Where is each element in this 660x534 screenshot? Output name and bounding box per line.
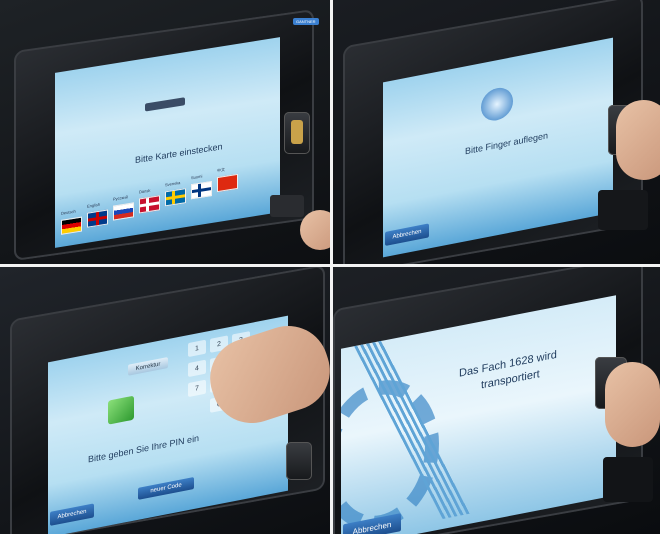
language-label: Deutsch xyxy=(61,208,76,216)
flag-se[interactable] xyxy=(165,188,186,207)
kiosk-collage: Bitte Karte einstecken Deutsch English Р… xyxy=(0,0,660,534)
card-reader-module xyxy=(603,457,653,502)
hand-on-reader xyxy=(605,362,660,447)
flag-dk[interactable] xyxy=(139,195,160,214)
hand-on-reader xyxy=(616,100,660,180)
new-code-button[interactable]: neuer Code xyxy=(138,476,194,500)
panel-pin-entry: Korrektur Bitte geben Sie Ihre PIN ein 1… xyxy=(0,267,330,534)
card-reader-module xyxy=(598,190,648,230)
fingerprint-reader[interactable] xyxy=(284,112,310,154)
flag-ru[interactable] xyxy=(113,202,134,221)
language-label: Svenska xyxy=(165,179,181,188)
language-label: Русский xyxy=(113,194,128,202)
language-label: Suomi xyxy=(191,173,203,181)
collage-divider-vertical xyxy=(330,0,333,534)
flag-gb[interactable] xyxy=(87,209,108,228)
language-label: Dansk xyxy=(139,187,151,195)
card-reader-slot[interactable] xyxy=(270,195,304,217)
language-label: English xyxy=(87,201,101,209)
keypad-key[interactable]: 4 xyxy=(188,359,206,378)
flag-de[interactable] xyxy=(61,216,82,235)
prompt-text: Bitte Karte einstecken xyxy=(135,141,223,166)
touch-screen[interactable]: Bitte Karte einstecken Deutsch English Р… xyxy=(55,37,280,248)
prompt-text: Bitte Finger auflegen xyxy=(465,130,549,157)
card-slot-icon xyxy=(145,97,185,112)
brand-logo: GANTNER xyxy=(293,18,319,25)
key-icon xyxy=(108,395,134,425)
keypad-key[interactable]: 7 xyxy=(188,379,206,398)
keypad-key[interactable]: 1 xyxy=(188,339,206,358)
fingerprint-globe-icon xyxy=(481,85,513,124)
panel-insert-card: Bitte Karte einstecken Deutsch English Р… xyxy=(0,0,330,264)
language-label: 中文 xyxy=(217,166,225,174)
panel-place-finger: Bitte Finger auflegen Abbrechen xyxy=(333,0,660,264)
cancel-button[interactable]: Abbrechen xyxy=(50,503,94,526)
card-reader-module xyxy=(286,442,312,480)
flag-fi[interactable] xyxy=(191,180,212,200)
cancel-button[interactable]: Abbrechen xyxy=(385,223,429,246)
flag-cn[interactable] xyxy=(217,173,238,193)
panel-transport: Das Fach 1628 wird transportiert Abbrech… xyxy=(333,267,660,534)
prompt-text: Bitte geben Sie Ihre PIN ein xyxy=(88,432,200,465)
collage-divider-horizontal xyxy=(0,264,660,267)
correction-button[interactable]: Korrektur xyxy=(128,357,168,376)
